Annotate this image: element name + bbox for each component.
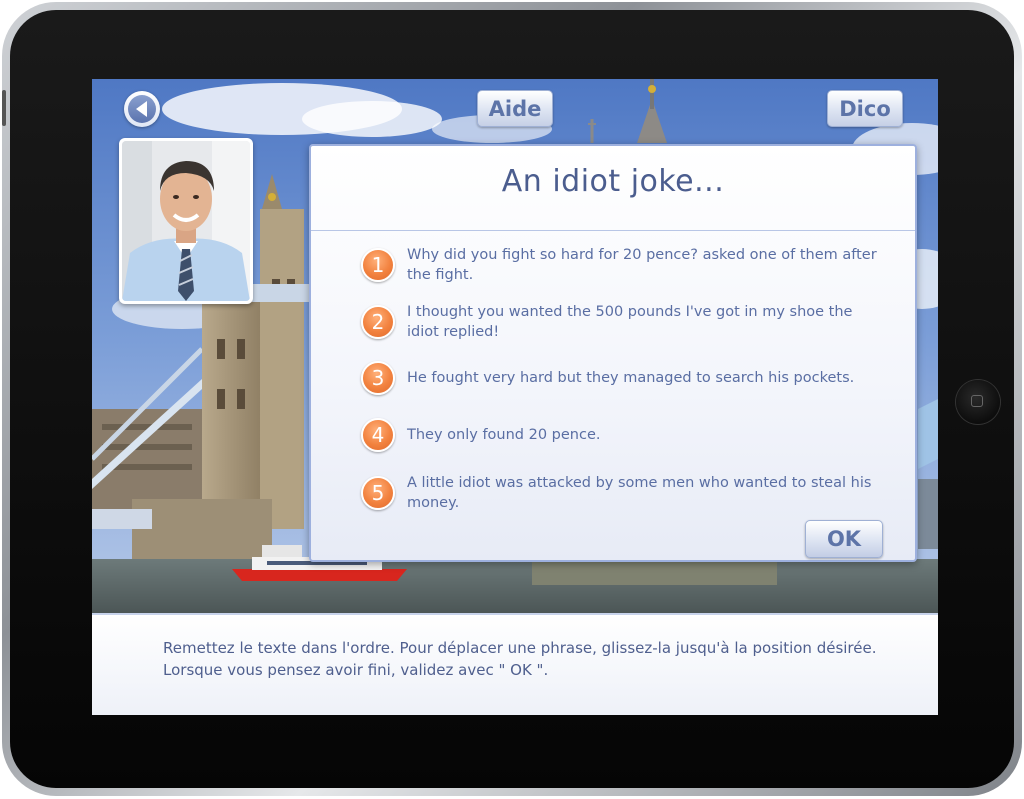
app-screen: Aide Dico An idiot joke... 1 Why did you…	[92, 79, 938, 715]
number-badge-5: 5	[361, 476, 395, 510]
home-button[interactable]	[956, 380, 1000, 424]
sentence-text-1: Why did you fight so hard for 20 pence? …	[407, 247, 877, 283]
draggable-sentence-2[interactable]: 2 I thought you wanted the 500 pounds I'…	[361, 297, 881, 347]
instructions-text: Remettez le texte dans l'ordre. Pour dép…	[163, 639, 877, 679]
number-badge-2: 2	[361, 305, 395, 339]
sentence-text-5: A little idiot was attacked by some men …	[407, 475, 872, 511]
sentence-text-2: I thought you wanted the 500 pounds I've…	[407, 304, 853, 340]
draggable-sentence-4[interactable]: 4 They only found 20 pence.	[361, 410, 881, 460]
teacher-portrait	[119, 138, 253, 304]
aide-button[interactable]: Aide	[477, 90, 553, 127]
number-badge-1: 1	[361, 248, 395, 282]
draggable-sentence-1[interactable]: 1 Why did you fight so hard for 20 pence…	[361, 240, 881, 290]
sentence-order-dialog: An idiot joke... 1 Why did you fight so …	[309, 144, 917, 562]
sentence-text-4: They only found 20 pence.	[407, 427, 601, 443]
draggable-sentence-3[interactable]: 3 He fought very hard but they managed t…	[361, 353, 881, 403]
instructions-panel: Remettez le texte dans l'ordre. Pour dép…	[92, 613, 938, 715]
dialog-title: An idiot joke...	[501, 164, 725, 199]
number-badge-4: 4	[361, 418, 395, 452]
ok-button[interactable]: OK	[805, 520, 883, 558]
sentence-text-3: He fought very hard but they managed to …	[407, 370, 855, 386]
dico-button[interactable]: Dico	[827, 90, 903, 127]
title-divider	[311, 230, 915, 231]
home-square-icon	[971, 395, 983, 407]
back-arrow-icon	[128, 95, 156, 123]
back-button[interactable]	[124, 91, 160, 127]
number-badge-3: 3	[361, 361, 395, 395]
volume-button	[2, 90, 6, 126]
draggable-sentence-5[interactable]: 5 A little idiot was attacked by some me…	[361, 468, 881, 518]
